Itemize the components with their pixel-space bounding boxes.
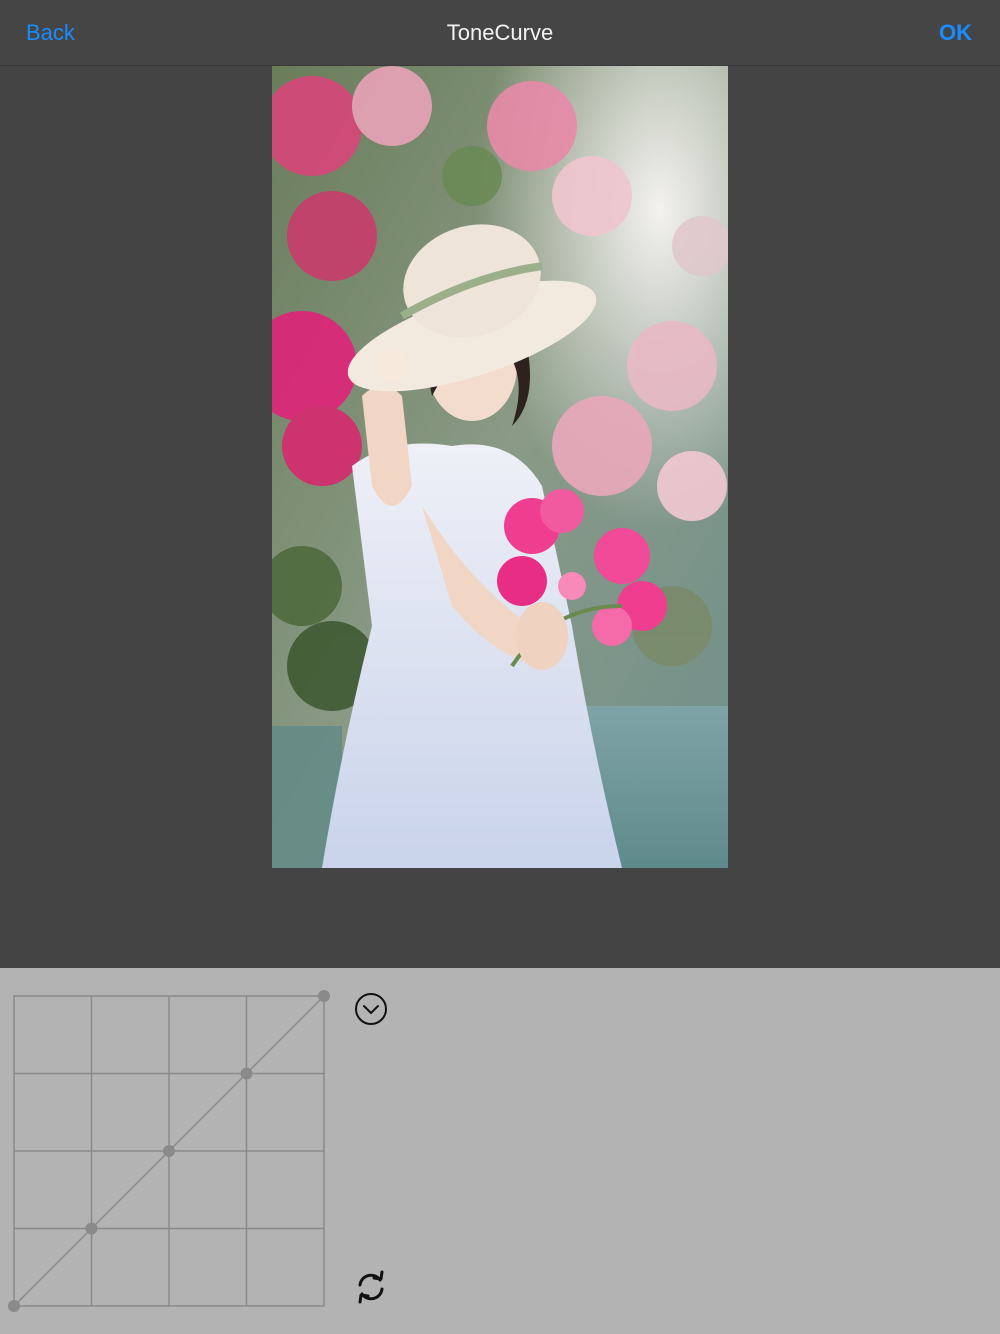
curve-control-point[interactable] [318,990,330,1002]
curve-control-point[interactable] [85,1222,98,1235]
photo-illustration [272,66,728,868]
tone-curve-editor[interactable] [0,982,340,1322]
photo-preview [272,66,728,868]
navigation-bar: Back ToneCurve OK [0,0,1000,66]
tone-curve-panel [0,968,1000,1334]
tone-curve-graph[interactable] [0,982,340,1322]
image-viewer [0,66,1000,968]
curve-control-point[interactable] [163,1145,175,1157]
curve-control-point[interactable] [240,1067,253,1080]
refresh-icon[interactable] [354,1270,388,1304]
curve-control-point[interactable] [8,1300,20,1312]
ok-button[interactable]: OK [939,18,972,48]
chevron-down-circle-icon[interactable] [354,992,388,1026]
page-title: ToneCurve [446,20,554,45]
